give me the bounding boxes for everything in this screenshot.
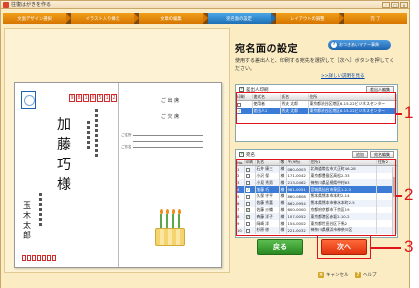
manner-dictionary-button[interactable]: ? おつきあいマナー事典 (328, 40, 391, 50)
reply-attend: ご 出 席 (160, 98, 180, 104)
step-design-select[interactable]: 文面デザイン選択 (3, 13, 72, 24)
address-side: 9 8 1 0 5 1 2 加 藤 巧 様 玉 木 太 郎 (15, 83, 119, 267)
cancel-icon: × (318, 272, 324, 278)
zip-digit: 8 (76, 94, 82, 102)
callout-number-1: 1 (404, 103, 414, 122)
callout-line-1 (396, 113, 402, 115)
detail-help-link[interactable]: >>詳しい説明を見る (321, 73, 365, 79)
reply-fill-lines: ご住所 ご芳名 (121, 133, 203, 153)
step-illustration[interactable]: イラスト入り挿え (71, 13, 140, 24)
instruction-text: 使用する差出人と、印刷する宛先を選択して［次へ］ボタンを押してください。 (235, 58, 395, 72)
close-button[interactable]: × (400, 1, 408, 8)
cake-illustration (155, 198, 185, 246)
recipient-header: 宛名 追加 宛名編集 (236, 150, 397, 159)
sender-address-line (37, 193, 43, 228)
recipient-address-line (93, 109, 99, 159)
step-navigation: 文面デザイン選択 イラスト入り挿え 文章の編集 宛名面の設定 レイアウトの調整 … (3, 13, 408, 24)
recipient-print-label: 宛名 (246, 152, 255, 158)
step-text-edit[interactable]: 文章の編集 (139, 13, 208, 24)
app-icon (3, 1, 9, 8)
back-button[interactable]: 戻る (257, 239, 303, 255)
question-icon: ? (331, 42, 337, 48)
recipient-address-line (85, 121, 91, 151)
minimize-button[interactable]: - (382, 1, 390, 8)
page-title: 宛名面の設定 (235, 44, 298, 55)
zip-digit: 2 (111, 94, 117, 102)
recipient-print-checkbox[interactable] (239, 151, 244, 157)
recipient-add-button[interactable]: 追加 (352, 151, 368, 158)
callout-number-2: 2 (404, 185, 414, 204)
callout-line-2 (396, 195, 402, 197)
zip-digit: 5 (97, 94, 103, 102)
window-controls: - □ × (382, 1, 409, 8)
zip-digit: 0 (90, 94, 96, 102)
next-button[interactable]: 次へ (321, 239, 367, 255)
help-link[interactable]: ? ヘルプ (355, 272, 377, 278)
zip-digit: 1 (83, 94, 89, 102)
step-address-settings[interactable]: 宛名面の設定 (207, 13, 276, 24)
zip-digit: 9 (69, 94, 75, 102)
callout-number-3: 3 (404, 237, 414, 256)
window-title: 往復はがきを作る (11, 2, 52, 8)
maximize-button[interactable]: □ (391, 1, 399, 8)
recipient-zip: 9 8 1 0 5 1 2 (69, 94, 117, 102)
reply-absent: ご 欠 席 (160, 114, 180, 120)
recipient-name: 加 藤 巧 様 (57, 117, 71, 193)
stamp-icon (21, 91, 36, 109)
postcard-preview: 9 8 1 0 5 1 2 加 藤 巧 様 玉 木 太 郎 ご 出 席 ご 欠 … (14, 82, 222, 268)
sender-name: 玉 木 太 郎 (23, 201, 31, 240)
callout-line-3 (371, 247, 401, 249)
step-complete[interactable]: 完 了 (343, 13, 408, 24)
step-layout-adjust[interactable]: レイアウトの調整 (275, 13, 345, 24)
recipient-edit-button[interactable]: 宛名編集 (370, 151, 394, 158)
callout-box-1 (236, 92, 396, 124)
help-icon: ? (355, 272, 361, 278)
zip-digit: 1 (104, 94, 110, 102)
cancel-link[interactable]: × キャンセル (318, 272, 349, 278)
sender-zip (22, 255, 56, 261)
callout-box-2 (236, 159, 396, 236)
reply-side: ご 出 席 ご 欠 席 ご住所 ご芳名 (119, 83, 221, 267)
window-titlebar: 往復はがきを作る - □ × (0, 0, 410, 9)
postcard-preview-area: 9 8 1 0 5 1 2 加 藤 巧 様 玉 木 太 郎 ご 出 席 ご 欠 … (4, 28, 230, 273)
